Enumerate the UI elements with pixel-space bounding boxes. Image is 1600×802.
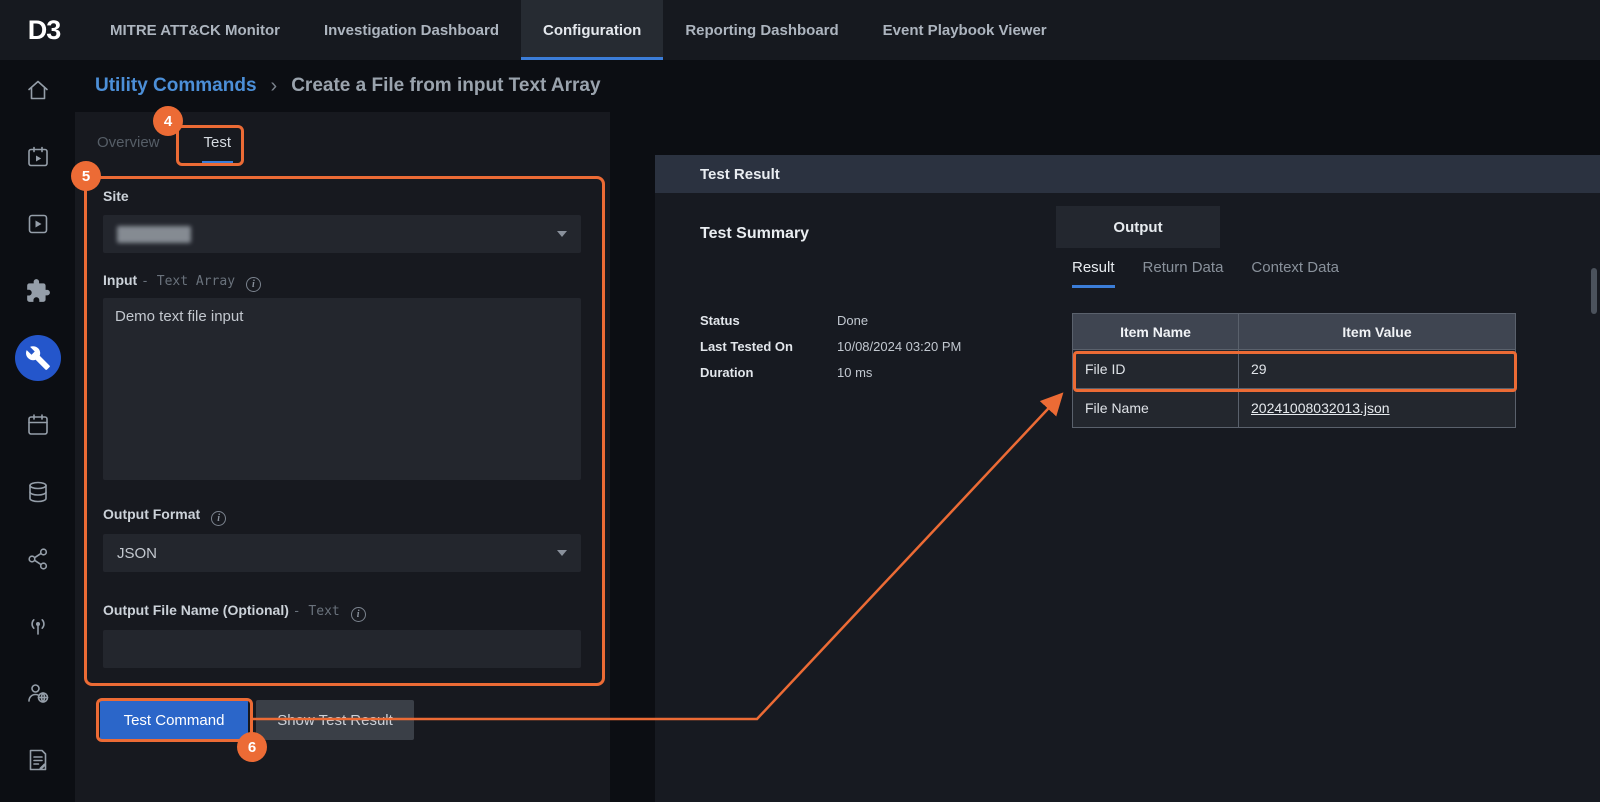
wrench-icon — [25, 345, 51, 371]
icon-sidebar — [0, 60, 75, 802]
nav-item-configuration[interactable]: Configuration — [521, 0, 663, 60]
sidebar-item-data-management[interactable] — [17, 471, 59, 513]
sidebar-item-webhooks[interactable] — [17, 605, 59, 647]
summary-value: 10 ms — [837, 365, 872, 380]
test-result-panel: Test Result Test Summary Status Done Las… — [655, 155, 1600, 802]
summary-value: 10/08/2024 03:20 PM — [837, 339, 961, 354]
nav-item-investigation-dashboard[interactable]: Investigation Dashboard — [302, 0, 521, 60]
output-file-name-type-hint: - Text — [293, 604, 340, 619]
chevron-down-icon — [557, 231, 567, 237]
sidebar-item-schedules[interactable] — [17, 404, 59, 446]
subtab-result[interactable]: Result — [1072, 259, 1115, 288]
summary-label: Duration — [700, 365, 837, 380]
database-icon — [25, 479, 51, 505]
table-header-item-name: Item Name — [1073, 314, 1239, 350]
vertical-scrollbar-thumb[interactable] — [1591, 268, 1597, 314]
summary-value: Done — [837, 313, 868, 328]
output-file-name-label: Output File Name (Optional) - Text — [103, 602, 366, 622]
sidebar-item-utility-commands[interactable] — [15, 335, 61, 381]
tab-test[interactable]: Test — [202, 126, 234, 163]
summary-row-last-tested: Last Tested On 10/08/2024 03:20 PM — [700, 339, 961, 354]
sidebar-item-reports[interactable] — [17, 739, 59, 781]
test-summary-rows: Status Done Last Tested On 10/08/2024 03… — [700, 313, 961, 380]
output-format-label-text: Output Format — [103, 506, 200, 522]
nav-item-reporting-dashboard[interactable]: Reporting Dashboard — [663, 0, 860, 60]
input-field-label: Input - Text Array — [103, 272, 261, 292]
calendar-play-icon — [25, 144, 51, 170]
summary-label: Status — [700, 313, 837, 328]
breadcrumb-separator: › — [271, 75, 278, 98]
input-textarea[interactable]: Demo text file input — [103, 298, 581, 480]
sidebar-item-home[interactable] — [17, 69, 59, 111]
output-file-name-input[interactable] — [103, 630, 581, 668]
show-test-result-button[interactable]: Show Test Result — [256, 700, 414, 740]
page-title: Create a File from input Text Array — [291, 75, 600, 97]
share-nodes-icon — [25, 546, 51, 572]
table-cell-file-id-value: 29 — [1239, 350, 1516, 389]
file-name-link[interactable]: 20241008032013.json — [1251, 400, 1390, 416]
table-header-item-value: Item Value — [1239, 314, 1516, 350]
tab-output[interactable]: Output — [1056, 206, 1220, 248]
input-field-label-text: Input — [103, 272, 137, 288]
site-field-label: Site — [103, 188, 129, 204]
home-icon — [25, 77, 51, 103]
sidebar-item-event-playbooks[interactable] — [17, 136, 59, 178]
summary-row-duration: Duration 10 ms — [700, 365, 961, 380]
test-result-header: Test Result — [655, 155, 1600, 193]
sidebar-item-playbook-viewer[interactable] — [17, 203, 59, 245]
output-file-name-label-text: Output File Name (Optional) — [103, 602, 289, 618]
d3-logo[interactable]: D3 — [0, 0, 88, 60]
sidebar-item-geo-users[interactable] — [17, 672, 59, 714]
chevron-down-icon — [557, 550, 567, 556]
test-result-title: Test Result — [700, 166, 780, 183]
user-globe-icon — [25, 680, 51, 706]
video-file-icon — [25, 211, 51, 237]
input-field-type-hint: - Text Array — [141, 274, 235, 289]
result-table: Item Name Item Value File ID 29 File Nam… — [1072, 313, 1516, 428]
info-icon[interactable] — [351, 607, 366, 622]
site-value-redacted — [117, 226, 191, 243]
summary-label: Last Tested On — [700, 339, 837, 354]
info-icon[interactable] — [246, 277, 261, 292]
broadcast-icon — [25, 613, 51, 639]
nav-item-event-playbook-viewer[interactable]: Event Playbook Viewer — [861, 0, 1069, 60]
subtab-return-data[interactable]: Return Data — [1143, 259, 1224, 288]
nav-item-mitre-attck-monitor[interactable]: MITRE ATT&CK Monitor — [88, 0, 302, 60]
sidebar-item-connections[interactable] — [17, 538, 59, 580]
breadcrumb-utility-commands-link[interactable]: Utility Commands — [95, 75, 257, 97]
info-icon[interactable] — [211, 511, 226, 526]
table-cell-file-name-name: File Name — [1073, 389, 1239, 428]
output-format-select[interactable]: JSON — [103, 534, 581, 572]
sidebar-item-integrations[interactable] — [17, 270, 59, 312]
breadcrumb: Utility Commands › Create a File from in… — [75, 60, 1600, 112]
output-format-label: Output Format — [103, 506, 226, 526]
table-row: 20241008032013.json — [1239, 389, 1516, 428]
document-pen-icon — [25, 747, 51, 773]
subtab-context-data[interactable]: Context Data — [1251, 259, 1339, 288]
command-test-panel: Overview Test Site Input - Text Array De… — [75, 112, 610, 802]
puzzle-icon — [25, 278, 51, 304]
test-summary-heading: Test Summary — [700, 225, 809, 243]
output-subtabs: Result Return Data Context Data — [1072, 259, 1339, 288]
output-format-value: JSON — [117, 545, 157, 562]
table-cell-file-id-name: File ID — [1073, 350, 1239, 389]
calendar-icon — [25, 412, 51, 438]
summary-row-status: Status Done — [700, 313, 961, 328]
command-tabs: Overview Test — [95, 126, 233, 163]
top-navigation: D3 MITRE ATT&CK Monitor Investigation Da… — [0, 0, 1600, 60]
app-window: D3 MITRE ATT&CK Monitor Investigation Da… — [0, 0, 1600, 802]
tab-overview[interactable]: Overview — [95, 126, 162, 163]
site-select[interactable] — [103, 215, 581, 253]
test-command-button[interactable]: Test Command — [100, 700, 248, 740]
